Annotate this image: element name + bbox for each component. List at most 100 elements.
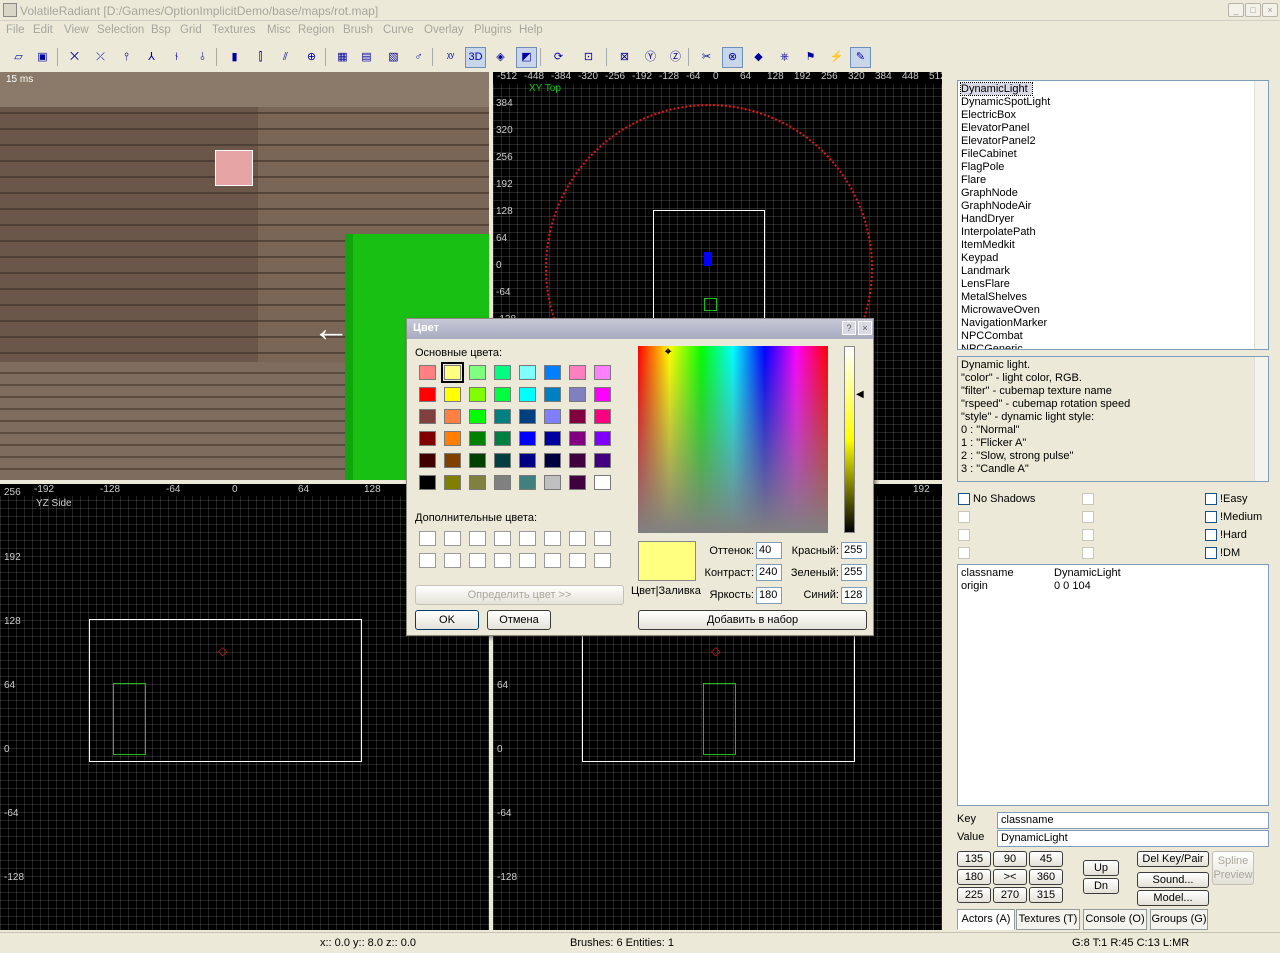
luminance-slider[interactable] bbox=[844, 346, 855, 533]
custom-color-swatch[interactable] bbox=[594, 553, 611, 568]
del-key-pair-button[interactable]: Del Key/Pair bbox=[1137, 851, 1209, 867]
menu-curve[interactable]: Curve bbox=[383, 24, 414, 36]
angle-button[interactable]: 180 bbox=[957, 869, 991, 885]
entity-list-item[interactable]: FileCabinet bbox=[961, 148, 1017, 160]
basic-color-swatch[interactable] bbox=[519, 475, 536, 490]
basic-color-swatch[interactable] bbox=[569, 431, 586, 446]
custom-color-swatch[interactable] bbox=[569, 531, 586, 546]
key-input[interactable]: classname bbox=[997, 812, 1269, 829]
menu-region[interactable]: Region bbox=[298, 24, 334, 36]
down-button[interactable]: Dn bbox=[1083, 878, 1119, 894]
angle-button[interactable]: 315 bbox=[1029, 887, 1063, 903]
basic-color-swatch[interactable] bbox=[544, 453, 561, 468]
basic-color-swatch[interactable] bbox=[569, 475, 586, 490]
flag-checkbox[interactable] bbox=[958, 511, 970, 523]
hard-checkbox[interactable] bbox=[1205, 529, 1217, 541]
ok-button[interactable]: OK bbox=[415, 610, 479, 630]
menu-brush[interactable]: Brush bbox=[343, 24, 373, 36]
flag-checkbox[interactable] bbox=[958, 529, 970, 541]
toolbar-button-icon[interactable]: ◩ bbox=[516, 47, 537, 68]
angle-button[interactable]: 90 bbox=[993, 851, 1027, 867]
maximize-button[interactable]: □ bbox=[1245, 3, 1261, 17]
green-input[interactable]: 255 bbox=[841, 564, 867, 581]
toolbar-button-icon[interactable]: 3D bbox=[465, 47, 486, 68]
flag-checkbox[interactable] bbox=[1082, 511, 1094, 523]
basic-color-swatch[interactable] bbox=[419, 365, 436, 380]
toolbar-button-icon[interactable]: ⚡ bbox=[826, 47, 847, 68]
toolbar-button-icon[interactable]: ♂ bbox=[408, 47, 429, 68]
light-entity-marker[interactable]: ◇ bbox=[218, 644, 227, 658]
custom-color-swatch[interactable] bbox=[569, 553, 586, 568]
add-to-custom-button[interactable]: Добавить в набор bbox=[638, 610, 867, 630]
entity-list-item[interactable]: NavigationMarker bbox=[961, 317, 1047, 329]
entity-list-item[interactable]: GraphNodeAir bbox=[961, 200, 1031, 212]
entity-list-item[interactable]: GraphNode bbox=[961, 187, 1018, 199]
dm-checkbox[interactable] bbox=[1205, 547, 1217, 559]
menu-help[interactable]: Help bbox=[519, 24, 543, 36]
angle-button[interactable]: >< bbox=[993, 869, 1027, 885]
tab-0[interactable]: Actors (A) bbox=[957, 909, 1015, 930]
menu-view[interactable]: View bbox=[64, 24, 89, 36]
toolbar-button-icon[interactable]: ᵡʸ bbox=[440, 47, 461, 68]
flag-checkbox[interactable] bbox=[1082, 529, 1094, 541]
value-input[interactable]: DynamicLight bbox=[997, 830, 1269, 847]
close-button[interactable]: × bbox=[1262, 3, 1278, 17]
basic-color-swatch[interactable] bbox=[469, 387, 486, 402]
basic-color-swatch[interactable] bbox=[441, 362, 464, 383]
entity-list-scrollbar[interactable] bbox=[1254, 81, 1268, 349]
custom-color-swatch[interactable] bbox=[494, 553, 511, 568]
red-input[interactable]: 255 bbox=[841, 542, 867, 559]
basic-color-swatch[interactable] bbox=[419, 387, 436, 402]
toolbar-button-icon[interactable]: ⟳ bbox=[548, 47, 569, 68]
custom-color-swatch[interactable] bbox=[469, 553, 486, 568]
toolbar-button-icon[interactable]: ▧ bbox=[383, 47, 404, 68]
menu-selection[interactable]: Selection bbox=[97, 24, 144, 36]
entity-list-item[interactable]: LensFlare bbox=[961, 278, 1010, 290]
toolbar-button-icon[interactable]: ⫮ bbox=[166, 47, 187, 68]
no-shadows-checkbox[interactable] bbox=[958, 493, 970, 505]
up-button[interactable]: Up bbox=[1083, 860, 1119, 876]
toolbar-button-icon[interactable]: ⎈ bbox=[774, 47, 795, 68]
basic-color-swatch[interactable] bbox=[594, 365, 611, 380]
basic-color-swatch[interactable] bbox=[419, 453, 436, 468]
custom-color-swatch[interactable] bbox=[494, 531, 511, 546]
light-entity-marker[interactable]: ◇ bbox=[711, 644, 720, 658]
basic-color-swatch[interactable] bbox=[594, 453, 611, 468]
toolbar-button-icon[interactable]: ⅄ bbox=[141, 47, 162, 68]
luminance-pointer-icon[interactable]: ◀ bbox=[856, 389, 864, 400]
basic-color-swatch[interactable] bbox=[519, 387, 536, 402]
custom-color-swatch[interactable] bbox=[544, 531, 561, 546]
toolbar-button-icon[interactable]: ⫿ bbox=[250, 47, 271, 68]
toolbar-button-icon[interactable]: ▤ bbox=[356, 47, 377, 68]
entity-list-item[interactable]: MicrowaveOven bbox=[961, 304, 1040, 316]
custom-color-swatch[interactable] bbox=[419, 531, 436, 546]
help-button[interactable]: ? bbox=[842, 321, 856, 335]
custom-color-swatch[interactable] bbox=[444, 553, 461, 568]
toolbar-button-icon[interactable]: ▱ bbox=[8, 47, 29, 68]
toolbar-button-icon[interactable]: ⚑ bbox=[800, 47, 821, 68]
basic-color-swatch[interactable] bbox=[494, 453, 511, 468]
basic-color-swatch[interactable] bbox=[494, 365, 511, 380]
basic-color-swatch[interactable] bbox=[419, 475, 436, 490]
entity-list-item[interactable]: FlagPole bbox=[961, 161, 1004, 173]
custom-color-swatch[interactable] bbox=[544, 553, 561, 568]
model-button[interactable]: Model... bbox=[1137, 890, 1209, 906]
flag-checkbox[interactable] bbox=[958, 547, 970, 559]
basic-color-swatch[interactable] bbox=[569, 453, 586, 468]
basic-color-swatch[interactable] bbox=[544, 475, 561, 490]
description-scrollbar[interactable] bbox=[1254, 357, 1268, 481]
basic-color-swatch[interactable] bbox=[519, 431, 536, 446]
entity-list-item[interactable]: MetalShelves bbox=[961, 291, 1027, 303]
basic-color-swatch[interactable] bbox=[594, 431, 611, 446]
keyvalue-key[interactable]: classname bbox=[961, 567, 1014, 579]
basic-color-swatch[interactable] bbox=[469, 453, 486, 468]
basic-color-swatch[interactable] bbox=[594, 387, 611, 402]
keyvalue-value[interactable]: 0 0 104 bbox=[1054, 580, 1091, 592]
custom-color-swatch[interactable] bbox=[444, 531, 461, 546]
basic-color-swatch[interactable] bbox=[469, 365, 486, 380]
minimize-button[interactable]: _ bbox=[1228, 3, 1244, 17]
light-entity-marker[interactable] bbox=[704, 252, 712, 266]
saturation-input[interactable]: 240 bbox=[756, 564, 782, 581]
toolbar-button-icon[interactable]: ⤫ bbox=[90, 47, 111, 68]
menu-textures[interactable]: Textures bbox=[212, 24, 255, 36]
